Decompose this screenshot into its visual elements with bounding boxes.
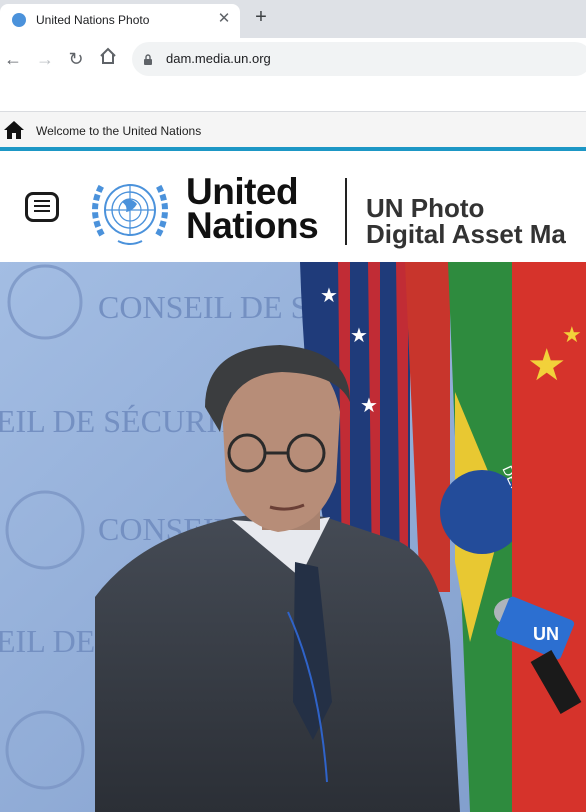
site-title-line2: Digital Asset Ma: [366, 219, 566, 249]
hero-photo: CONSEIL DE SÉC EIL DE SÉCURIT CONSEIL EI…: [0, 262, 586, 812]
back-arrow-icon[interactable]: ←: [1, 47, 25, 71]
browser-tab-bar: United Nations Photo ✕ +: [0, 0, 586, 38]
svg-text:★: ★: [320, 285, 338, 307]
svg-text:★: ★: [527, 341, 566, 390]
header-divider: [345, 178, 347, 245]
bookmarks-bar: [0, 80, 586, 112]
un-favicon-icon: [12, 13, 26, 27]
home-browser-icon[interactable]: [96, 47, 120, 71]
svg-text:★: ★: [360, 395, 378, 417]
hamburger-menu-icon[interactable]: [25, 192, 59, 222]
un-emblem-logo[interactable]: [86, 175, 174, 249]
welcome-link[interactable]: Welcome to the United Nations: [36, 124, 201, 138]
address-bar[interactable]: dam.media.un.org: [132, 42, 586, 76]
wall-text-4: EIL DE: [0, 623, 95, 659]
mic-flag-text: UN: [533, 624, 559, 644]
browser-tab[interactable]: United Nations Photo ✕: [0, 4, 240, 38]
new-tab-icon[interactable]: +: [250, 6, 272, 28]
home-icon[interactable]: [3, 120, 25, 140]
org-name-line1: United: [186, 171, 299, 212]
reload-icon[interactable]: ↻: [64, 47, 88, 71]
tab-title: United Nations Photo: [36, 13, 150, 27]
site-title-line1: UN Photo: [366, 193, 485, 223]
site-title: UN Photo Digital Asset Ma: [366, 195, 566, 247]
org-name: United Nations: [186, 171, 319, 246]
svg-text:★: ★: [350, 325, 368, 347]
lock-icon: [144, 54, 152, 65]
wall-text-2: EIL DE SÉCURIT: [0, 403, 237, 439]
svg-text:★: ★: [562, 322, 582, 347]
site-header: United Nations UN Photo Digital Asset Ma: [0, 151, 586, 262]
url-text: dam.media.un.org: [166, 51, 271, 66]
org-name-line2: Nations: [186, 205, 319, 246]
browser-toolbar: ← → ↻ dam.media.un.org: [0, 38, 586, 80]
close-tab-icon[interactable]: ✕: [214, 9, 234, 29]
un-top-strip: Welcome to the United Nations: [0, 112, 586, 147]
forward-arrow-icon[interactable]: →: [33, 47, 57, 71]
